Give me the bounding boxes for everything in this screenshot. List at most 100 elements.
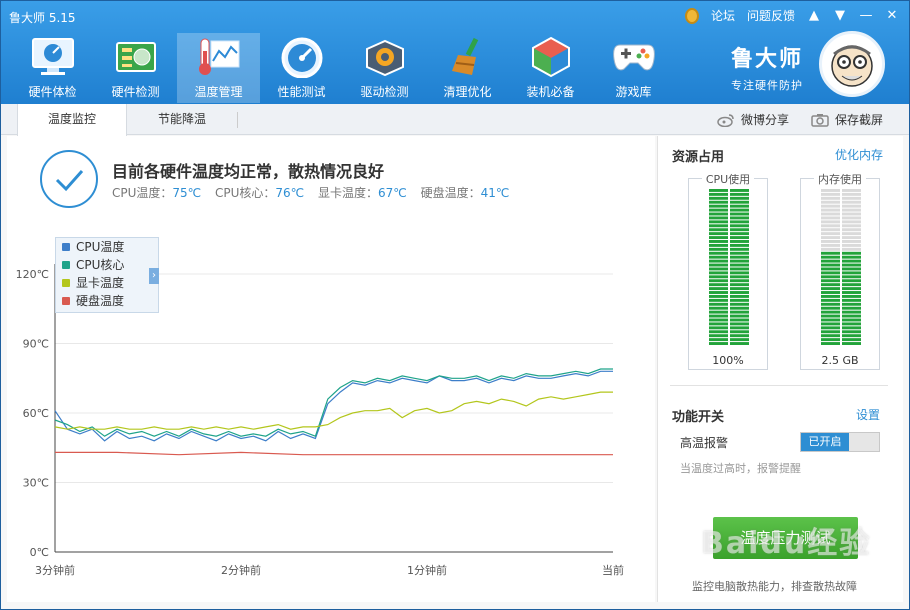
mascot-avatar[interactable] [819,31,885,97]
gauge-segment [730,251,749,255]
optimize-memory-link[interactable]: 优化内存 [835,146,883,163]
high-temp-alarm-toggle[interactable]: 已开启 [800,432,880,452]
tab-energy-saving[interactable]: 节能降温 [127,104,237,135]
feedback-link[interactable]: 问题反馈 [747,7,795,24]
gauge-segment [730,306,749,310]
legend-item[interactable]: 显卡温度 [56,274,158,292]
high-temp-alarm-description: 当温度过高时，报警提醒 [680,462,801,475]
header: 鲁大师 5.15 论坛 问题反馈 ▲ ▼ — ✕ 硬件体检 硬件检测 温度管理 … [1,1,909,104]
weibo-share-label: 微博分享 [741,112,790,127]
nav-temperature[interactable]: 温度管理 [177,33,260,103]
nav-cleanup[interactable]: 清理优化 [426,33,509,103]
gauge-segment [842,263,861,267]
gamepad-icon [611,35,657,79]
gauge-segment [821,314,840,318]
gauge-segment [730,294,749,298]
sub-toolbar: 温度监控 节能降温 微博分享 保存截屏 [1,104,909,136]
tab-temperature-monitor[interactable]: 温度监控 [17,104,127,136]
gauge-segment [730,189,749,192]
gauge-segment [709,275,728,279]
chart-legend: CPU温度 CPU核心 显卡温度 硬盘温度 › [55,237,159,313]
gauge-segment [842,224,861,228]
save-screenshot-button[interactable]: 保存截屏 [811,104,883,135]
gauge-segment [842,318,861,322]
gauge-segment [842,326,861,330]
app-title: 鲁大师 5.15 [9,11,76,25]
gauge-segment [821,196,840,200]
gauge-segment [821,267,840,271]
gauge-segment [730,216,749,220]
gauge-segment [709,271,728,275]
gauge-segment [730,224,749,228]
legend-item[interactable]: CPU核心 [56,256,158,274]
gauge-segment [709,216,728,220]
legend-swatch [62,261,70,269]
nav-label: 硬件体检 [28,85,77,99]
nav-games[interactable]: 游戏库 [592,33,675,103]
gauge-segment [842,192,861,196]
gauge-segment [821,338,840,342]
functions-title: 功能开关 [672,410,725,425]
gauge-segment [730,334,749,338]
gauge-segment [842,330,861,334]
gauge-segment [842,259,861,263]
nav-hardware-overview[interactable]: 硬件体检 [11,33,94,103]
gauge-segment [821,298,840,302]
nav-label: 清理优化 [443,85,492,99]
gauge-segment [730,204,749,208]
series-line-1 [54,368,613,437]
gauge-segment [709,283,728,287]
functions-settings-link[interactable]: 设置 [856,406,880,423]
memory-usage-gauge: 内存使用 2.5 GB [800,173,880,370]
y-tick-label: 90℃ [23,338,49,351]
gauge-segment [730,298,749,302]
gauge-segment [730,267,749,271]
gauge-segment [709,236,728,240]
gauge-segment [709,310,728,314]
gauge-segment [709,192,728,196]
legend-collapse-icon[interactable]: › [149,268,159,284]
minimize-icon[interactable]: — [859,8,873,23]
forum-link[interactable]: 论坛 [711,7,735,24]
legend-item[interactable]: 硬盘温度 [56,292,158,310]
nav-essentials[interactable]: 装机必备 [509,33,592,103]
gauge-segment [730,243,749,247]
gauge-segment [842,204,861,208]
monitor-icon [30,35,76,79]
legend-item[interactable]: CPU温度 [56,238,158,256]
gauge-segment [842,334,861,338]
gauge-segment [821,322,840,326]
gauge-segment [821,255,840,259]
series-line-3 [55,451,613,456]
medal-icon[interactable] [684,7,699,24]
gauge-segment [730,255,749,259]
gauge-segment [842,228,861,232]
gauge-segment [709,196,728,200]
gauge-segment [709,228,728,232]
menu-icon[interactable]: ▼ [833,8,847,23]
legend-swatch [62,243,70,251]
gauge-segment [730,228,749,232]
nav-label: 温度管理 [194,85,243,99]
close-icon[interactable]: ✕ [885,8,899,23]
gauge-segment [842,306,861,310]
gauge-segment [730,208,749,212]
nav-driver[interactable]: 驱动检测 [343,33,426,103]
gauge-segment [821,302,840,306]
nav-hardware-detect[interactable]: 硬件检测 [94,33,177,103]
gauge-segment [730,212,749,216]
nav-performance[interactable]: 性能测试 [260,33,343,103]
legend-swatch [62,297,70,305]
weibo-share-button[interactable]: 微博分享 [717,104,789,135]
gauge-segment [842,322,861,326]
gauge-segment [821,236,840,240]
gauge-segment [730,263,749,267]
skin-icon[interactable]: ▲ [807,8,821,23]
gauge-segment [842,310,861,314]
gauge-segment [730,200,749,204]
legend-label: 显卡温度 [76,276,125,290]
gauge-segment [821,283,840,287]
gauge-segment [730,330,749,334]
nav-label: 游戏库 [615,85,652,99]
tab-divider [237,112,238,128]
